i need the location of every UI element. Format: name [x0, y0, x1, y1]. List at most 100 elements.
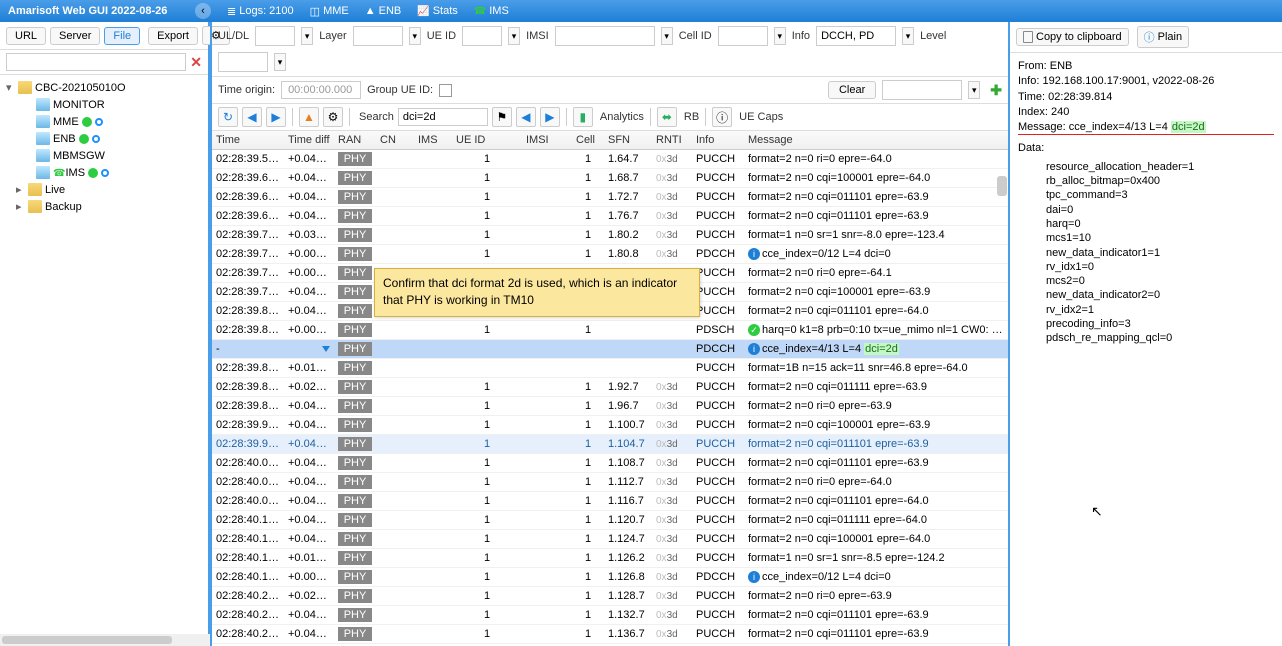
table-row[interactable]: 02:28:39.646+0.040PHY111.72.70x3dPUCCHfo… — [212, 188, 1008, 207]
info-icon: ⓘ — [1144, 29, 1155, 45]
status-dot-green — [88, 168, 98, 178]
col-header[interactable]: RNTI — [652, 131, 692, 150]
tree-search-input[interactable] — [6, 53, 186, 71]
group-ueid-checkbox[interactable] — [439, 84, 452, 97]
tree-item[interactable]: MBMSGW — [2, 147, 206, 164]
table-row[interactable]: 02:28:40.206+0.023PHY111.128.70x3dPUCCHf… — [212, 587, 1008, 606]
detail-kv: rv_idx2=1 — [1046, 303, 1274, 317]
table-row[interactable]: 02:28:40.286+0.040PHY111.136.70x3dPUCCHf… — [212, 625, 1008, 644]
tree-item[interactable]: MME — [2, 113, 206, 130]
time-origin-input[interactable] — [281, 81, 361, 99]
search-input[interactable] — [398, 108, 488, 126]
tree-root[interactable]: ▾CBC-202105010O — [2, 79, 206, 96]
clear-button[interactable]: Clear — [828, 81, 876, 99]
folder-icon — [18, 81, 32, 94]
flag-icon[interactable]: ⚑ — [492, 107, 512, 127]
tab-ims[interactable]: IMS — [466, 3, 517, 19]
index-line: Index: 240 — [1018, 105, 1274, 119]
table-row[interactable]: 02:28:40.086+0.040PHY111.116.70x3dPUCCHf… — [212, 492, 1008, 511]
layer-select[interactable] — [353, 26, 403, 46]
time-line: Time: 02:28:39.814 — [1018, 90, 1274, 104]
col-header[interactable]: Message — [744, 131, 1008, 150]
server-button[interactable]: Server — [50, 27, 100, 45]
table-row[interactable]: 02:28:39.723+0.002PHY111.80.80x3dPDCCHic… — [212, 245, 1008, 264]
tab-stats[interactable]: Stats — [409, 3, 466, 19]
sidebar-scrollbar[interactable] — [0, 634, 210, 646]
time-bar: Time origin: Group UE ID: Clear ▾ ✚ — [212, 77, 1008, 104]
file-icon — [36, 98, 50, 111]
table-row[interactable]: 02:28:40.126+0.040PHY111.120.70x3dPUCCHf… — [212, 511, 1008, 530]
warn-icon[interactable]: ▲ — [299, 107, 319, 127]
table-row[interactable]: 02:28:40.246+0.040PHY111.132.70x3dPUCCHf… — [212, 606, 1008, 625]
tab-enb[interactable]: ENB — [357, 3, 410, 19]
plain-button[interactable]: ⓘPlain — [1137, 26, 1189, 48]
tree-item[interactable]: IMS — [2, 164, 206, 181]
table-row[interactable]: 02:28:39.606+0.040PHY111.68.70x3dPUCCHfo… — [212, 169, 1008, 188]
file-tree: ▾CBC-202105010O MONITOR MME ENB MBMSGW I… — [0, 75, 208, 646]
table-row[interactable]: 02:28:40.006+0.040PHY111.108.70x3dPUCCHf… — [212, 454, 1008, 473]
cog-icon[interactable]: ⚙ — [323, 107, 343, 127]
table-row[interactable]: -PHYPDCCHicce_index=4/13 L=4 dci=2d — [212, 340, 1008, 359]
status-dot-green — [82, 117, 92, 127]
table-row[interactable]: 02:28:39.686+0.040PHY111.76.70x3dPUCCHfo… — [212, 207, 1008, 226]
col-header[interactable]: Cell — [572, 131, 604, 150]
tree-item[interactable]: MONITOR — [2, 96, 206, 113]
tab-mme[interactable]: MME — [302, 3, 357, 20]
table-row[interactable]: 02:28:39.721+0.035PHY111.80.20x3dPUCCHfo… — [212, 226, 1008, 245]
file-button[interactable]: File — [104, 27, 140, 45]
table-row[interactable]: 02:28:39.566+0.040PHY111.64.70x3dPUCCHfo… — [212, 150, 1008, 169]
col-header[interactable]: IMS — [414, 131, 452, 150]
status-dot-green — [79, 134, 89, 144]
col-header[interactable]: IMSI — [522, 131, 572, 150]
level-select[interactable] — [218, 52, 268, 72]
col-header[interactable]: CN — [376, 131, 414, 150]
detail-kv: rv_idx1=0 — [1046, 260, 1274, 274]
col-header[interactable]: RAN — [334, 131, 376, 150]
mme-icon — [310, 5, 320, 18]
col-header[interactable]: Info — [692, 131, 744, 150]
chart-icon[interactable]: ▮ — [573, 107, 593, 127]
refresh-icon[interactable]: ↻ — [218, 107, 238, 127]
tab-logs[interactable]: Logs: 2100 — [219, 3, 302, 20]
sidebar: URL Server File Export ⚙ ✕ ▾CBC-20210501… — [0, 22, 210, 646]
col-header[interactable]: Time diff — [284, 131, 334, 150]
col-header[interactable]: SFN — [604, 131, 652, 150]
table-row[interactable]: 02:28:40.166+0.040PHY111.124.70x3dPUCCHf… — [212, 530, 1008, 549]
add-icon[interactable]: ✚ — [990, 82, 1002, 99]
table-row[interactable]: 02:28:39.814+0.008PHY11PDSCH✓harq=0 k1=8… — [212, 321, 1008, 340]
table-row[interactable]: 02:28:39.886+0.040PHY111.96.70x3dPUCCHfo… — [212, 397, 1008, 416]
clear-search-icon[interactable]: ✕ — [190, 54, 202, 71]
detail-kv: mcs2=0 — [1046, 274, 1274, 288]
cellid-select[interactable] — [718, 26, 768, 46]
tree-live[interactable]: ▸Live — [2, 181, 206, 198]
tree-item[interactable]: ENB — [2, 130, 206, 147]
imsi-select[interactable] — [555, 26, 655, 46]
export-button[interactable]: Export — [148, 27, 198, 45]
table-row[interactable]: 02:28:40.181+0.015PHY111.126.20x3dPUCCHf… — [212, 549, 1008, 568]
table-row[interactable]: 02:28:39.926+0.040PHY111.100.70x3dPUCCHf… — [212, 416, 1008, 435]
table-row[interactable]: 02:28:39.966+0.040PHY111.104.70x3dPUCCHf… — [212, 435, 1008, 454]
search-back-icon[interactable]: ◀ — [516, 107, 536, 127]
col-header[interactable]: Time — [212, 131, 284, 150]
uecaps-icon[interactable]: ⓘ — [712, 107, 732, 127]
collapse-sidebar-icon[interactable]: ‹ — [195, 3, 211, 19]
table-row[interactable]: 02:28:40.046+0.040PHY111.112.70x3dPUCCHf… — [212, 473, 1008, 492]
table-row[interactable]: 02:28:39.826+0.012PHYPUCCHformat=1B n=15… — [212, 359, 1008, 378]
log-table: TimeTime diffRANCNIMSUE IDIMSICellSFNRNT… — [212, 131, 1008, 646]
table-scrollbar[interactable] — [997, 176, 1007, 196]
tree-backup[interactable]: ▸Backup — [2, 198, 206, 215]
uldl-select[interactable] — [255, 26, 295, 46]
table-row[interactable]: 02:28:40.183+0.002PHY111.126.80x3dPDCCHi… — [212, 568, 1008, 587]
fwd-icon[interactable]: ▶ — [266, 107, 286, 127]
detail-kv: new_data_indicator2=0 — [1046, 288, 1274, 302]
url-button[interactable]: URL — [6, 27, 46, 45]
preset-select[interactable] — [882, 80, 962, 100]
back-icon[interactable]: ◀ — [242, 107, 262, 127]
ueid-select[interactable] — [462, 26, 502, 46]
rb-icon[interactable]: ⬌ — [657, 107, 677, 127]
copy-button[interactable]: Copy to clipboard — [1016, 28, 1129, 46]
col-header[interactable]: UE ID — [452, 131, 522, 150]
search-fwd-icon[interactable]: ▶ — [540, 107, 560, 127]
info-select[interactable] — [816, 26, 896, 46]
table-row[interactable]: 02:28:39.846+0.020PHY111.92.70x3dPUCCHfo… — [212, 378, 1008, 397]
